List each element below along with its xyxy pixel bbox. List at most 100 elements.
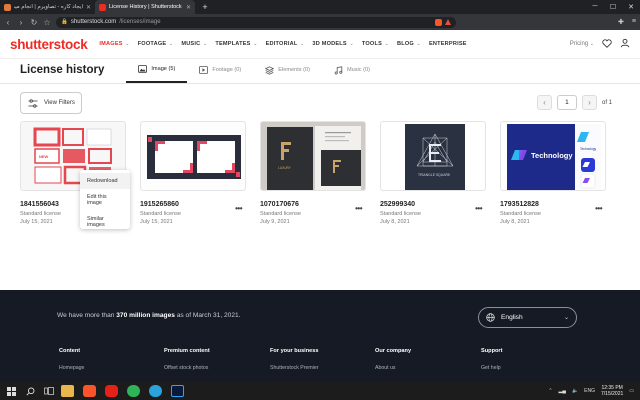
tab-image[interactable]: Image (5) (126, 59, 188, 83)
thumbnail-image[interactable]: LUXURY (260, 121, 366, 191)
photoshop-icon[interactable] (171, 385, 184, 397)
volume-icon[interactable]: 🔈 (572, 388, 578, 394)
chevron-down-icon: ⌄ (414, 41, 421, 47)
browser-tab[interactable]: ایجاد کاره - تصاویرم | انجام میدم ✕ (0, 0, 95, 14)
license-type: Standard license (260, 211, 301, 217)
url-host: shutterstock.com (70, 19, 117, 25)
tab-elements[interactable]: Elements (0) (253, 59, 322, 83)
page-number-input[interactable]: 1 (556, 95, 577, 110)
telegram-icon[interactable] (149, 385, 162, 397)
license-date: July 15, 2021 (140, 219, 173, 225)
language-indicator[interactable]: ENG (584, 388, 595, 394)
view-filters-button[interactable]: View Filters (20, 92, 82, 114)
back-icon[interactable]: ‹ (4, 18, 12, 27)
card-menu-button[interactable]: ••• (355, 204, 362, 213)
close-window-icon[interactable]: ✕ (622, 3, 640, 11)
footer-column: Content Homepage (59, 348, 85, 371)
pagination: ‹ 1 › of 1 (536, 95, 612, 110)
license-type: Standard license (380, 211, 421, 217)
notifications-icon[interactable]: ▭ (629, 388, 634, 394)
network-icon[interactable]: ▂▄ (559, 388, 566, 394)
thumbnail-image[interactable]: TRIANGLE SQUARE (380, 121, 486, 191)
site-header: shutterstock IMAGES ⌄ FOOTAGE ⌄ MUSIC ⌄ TEM… (0, 30, 640, 59)
minimize-icon[interactable]: ─ (586, 3, 604, 11)
image-id[interactable]: 252999340 (380, 201, 486, 208)
nav-item-blog[interactable]: BLOG ⌄ (397, 41, 421, 47)
tab-music[interactable]: Music (0) (322, 59, 382, 83)
nav-item-tools[interactable]: TOOLS ⌄ (362, 41, 389, 47)
file-explorer-icon[interactable] (61, 385, 74, 397)
nav-item-3d-models[interactable]: 3D MODELS ⌄ (312, 41, 353, 47)
image-id[interactable]: 1915265860 (140, 201, 246, 208)
chevron-down-icon: ⌄ (201, 41, 208, 47)
pricing-link[interactable]: Pricing ⌄ (570, 41, 594, 47)
footer-link[interactable]: Shutterstock Premier (270, 365, 319, 371)
nav-item-images[interactable]: IMAGES ⌄ (99, 41, 129, 47)
image-id[interactable]: 1793512828 (500, 201, 606, 208)
bookmark-icon[interactable]: ☆ (43, 18, 51, 27)
menu-icon[interactable]: ≡ (632, 18, 636, 26)
similar-images-menu-item[interactable]: Similar images (80, 211, 130, 233)
nav-item-music[interactable]: MUSIC ⌄ (181, 41, 207, 47)
chevron-down-icon: ⌄ (563, 315, 569, 321)
thumb-text: Technology (580, 147, 597, 151)
favorites-heart-icon[interactable] (602, 38, 612, 50)
nav-item-templates[interactable]: TEMPLATES ⌄ (215, 41, 257, 47)
windows-start-icon[interactable] (4, 384, 18, 398)
page-count: of 1 (601, 99, 612, 106)
tab-footage[interactable]: Footage (0) (187, 59, 253, 83)
footer-link[interactable]: Get help (481, 365, 502, 371)
next-page-button[interactable]: › (581, 95, 597, 110)
task-view-icon[interactable] (42, 384, 56, 398)
url-field[interactable]: 🔒 shutterstock.com/licenses/image (56, 16, 456, 28)
site-favicon-icon (4, 3, 11, 11)
license-card: TRIANGLE SQUARE 252999340 Standard licen… (380, 121, 486, 225)
footer-link[interactable]: Homepage (59, 365, 84, 371)
search-icon[interactable] (23, 384, 37, 398)
thumb-text: TRIANGLE SQUARE (418, 173, 451, 177)
footer-link[interactable]: About us (375, 365, 411, 371)
card-menu-button[interactable]: ••• (475, 204, 482, 213)
footer-link[interactable]: Offset stock photos (164, 365, 210, 371)
clock[interactable]: 12:35 PM 7/15/2021 (601, 385, 623, 398)
thumbnail-image[interactable] (140, 121, 246, 191)
brave-shield-icon[interactable] (435, 18, 442, 26)
card-menu-button[interactable]: ••• (595, 204, 602, 213)
nav-item-enterprise[interactable]: ENTERPRISE (429, 41, 467, 47)
youtube-icon[interactable] (105, 385, 118, 397)
system-tray: ⌃ ▂▄ 🔈 ENG 12:35 PM 7/15/2021 ▭ (548, 385, 640, 398)
tab-label: ایجاد کاره - تصاویرم | انجام میدم (13, 4, 83, 10)
nav-item-editorial[interactable]: EDITORIAL ⌄ (266, 41, 305, 47)
language-select[interactable]: English ⌄ (478, 307, 577, 328)
close-tab-icon[interactable]: ✕ (86, 4, 91, 11)
main-nav: IMAGES ⌄ FOOTAGE ⌄ MUSIC ⌄ TEMPLATES ⌄ EDITO… (99, 41, 466, 47)
license-date: July 8, 2021 (500, 219, 530, 225)
close-tab-icon[interactable]: ✕ (186, 4, 191, 11)
license-type: Standard license (500, 211, 541, 217)
account-user-icon[interactable] (620, 38, 630, 50)
forward-icon[interactable]: › (17, 18, 25, 27)
prev-page-button[interactable]: ‹ (536, 95, 552, 110)
image-id[interactable]: 1070170676 (260, 201, 366, 208)
reload-icon[interactable]: ↻ (30, 18, 38, 27)
green-app-icon[interactable] (127, 385, 140, 397)
layers-icon (265, 65, 275, 75)
card-menu-button[interactable]: ••• (235, 204, 242, 213)
license-type: Standard license (140, 211, 181, 217)
browser-tab-active[interactable]: License History | Shutterstock ✕ (95, 0, 195, 14)
license-date: July 8, 2021 (380, 219, 410, 225)
redownload-menu-item[interactable]: Redownload (80, 173, 130, 189)
thumbnail-image[interactable]: Technology Technology (500, 121, 606, 191)
nav-item-footage[interactable]: FOOTAGE ⌄ (138, 41, 174, 47)
shutterstock-logo[interactable]: shutterstock (10, 37, 88, 52)
brave-browser-icon[interactable] (83, 385, 96, 397)
footer-column: For your business Shutterstock Premier (270, 348, 319, 371)
footer-column: Support Get help (481, 348, 503, 371)
edit-image-menu-item[interactable]: Edit this image (80, 189, 130, 211)
tray-up-icon[interactable]: ⌃ (548, 388, 552, 394)
maximize-icon[interactable]: ☐ (604, 3, 622, 11)
brave-rewards-icon[interactable] (445, 19, 451, 25)
extensions-icon[interactable]: ✚ (618, 18, 624, 26)
card-context-menu: Redownload Edit this image Similar image… (80, 170, 130, 229)
new-tab-button[interactable]: + (199, 2, 211, 12)
